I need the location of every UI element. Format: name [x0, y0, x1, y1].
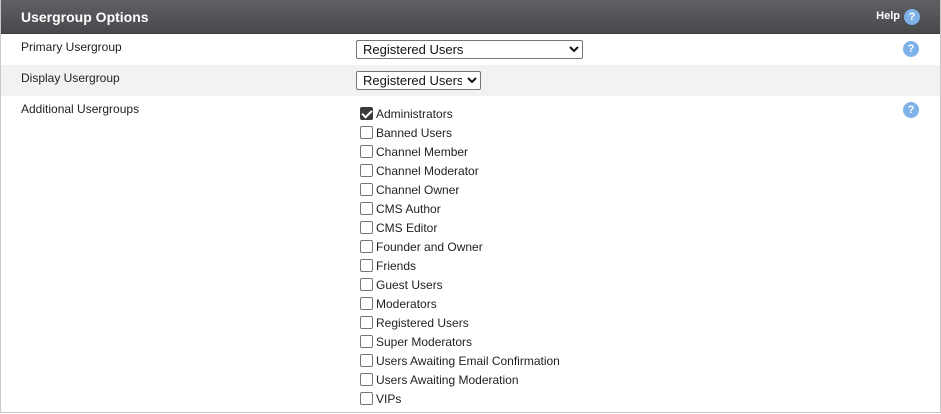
usergroup-checkbox-label[interactable]: Registered Users	[376, 316, 469, 330]
usergroup-checkbox-label[interactable]: CMS Author	[376, 202, 441, 216]
panel-title: Usergroup Options	[21, 9, 149, 25]
primary-usergroup-row: Primary Usergroup Registered Users ?	[1, 34, 940, 65]
additional-usergroups-label: Additional Usergroups	[21, 102, 140, 116]
usergroup-checkbox-item[interactable]: Channel Owner	[360, 180, 560, 199]
usergroup-checkbox-item[interactable]: Banned Users	[360, 123, 560, 142]
primary-usergroup-select[interactable]: Registered Users	[356, 40, 583, 59]
usergroup-checkbox-item[interactable]: Super Moderators	[360, 332, 560, 351]
display-usergroup-label: Display Usergroup	[21, 71, 120, 85]
usergroup-checkbox-label[interactable]: Guest Users	[376, 278, 443, 292]
usergroup-checkbox-label[interactable]: Friends	[376, 259, 416, 273]
checkbox[interactable]	[360, 392, 373, 405]
help-icon[interactable]: ?	[904, 9, 920, 25]
usergroup-checkbox-label[interactable]: Channel Moderator	[376, 164, 479, 178]
usergroup-checkbox-item[interactable]: Founder and Owner	[360, 237, 560, 256]
checkbox[interactable]	[360, 297, 373, 310]
checkbox[interactable]	[360, 259, 373, 272]
usergroup-checkbox-item[interactable]: Registered Users	[360, 313, 560, 332]
usergroup-checkbox-item[interactable]: Channel Moderator	[360, 161, 560, 180]
usergroup-checkbox-item[interactable]: Users Awaiting Moderation	[360, 370, 560, 389]
checkbox[interactable]	[360, 145, 373, 158]
usergroup-checkbox-label[interactable]: Users Awaiting Moderation	[376, 373, 519, 387]
checkbox[interactable]	[360, 164, 373, 177]
checkbox[interactable]	[360, 316, 373, 329]
additional-help-icon[interactable]: ?	[903, 102, 919, 118]
checkbox[interactable]	[360, 126, 373, 139]
checkbox[interactable]	[360, 240, 373, 253]
checked-checkbox[interactable]	[360, 107, 373, 120]
usergroup-checkbox-item[interactable]: CMS Editor	[360, 218, 560, 237]
checkbox[interactable]	[360, 354, 373, 367]
usergroup-checkbox-item[interactable]: Moderators	[360, 294, 560, 313]
usergroup-checkbox-item[interactable]: VIPs	[360, 389, 560, 408]
usergroup-checkbox-label[interactable]: Channel Owner	[376, 183, 459, 197]
usergroup-options-panel: Usergroup Options Help ? Primary Usergro…	[0, 0, 941, 413]
usergroup-checkbox-label[interactable]: CMS Editor	[376, 221, 437, 235]
usergroup-checkbox-label[interactable]: Founder and Owner	[376, 240, 483, 254]
usergroup-checkbox-item[interactable]: Administrators	[360, 104, 560, 123]
checkbox[interactable]	[360, 278, 373, 291]
checkbox[interactable]	[360, 335, 373, 348]
display-usergroup-select[interactable]: Registered Users	[356, 71, 481, 90]
usergroup-checkbox-label[interactable]: Users Awaiting Email Confirmation	[376, 354, 560, 368]
usergroup-checkbox-label[interactable]: Super Moderators	[376, 335, 472, 349]
additional-usergroups-list: Administrators Banned Users Channel Member…	[360, 104, 560, 408]
usergroup-checkbox-item[interactable]: CMS Author	[360, 199, 560, 218]
checkbox[interactable]	[360, 373, 373, 386]
help-label[interactable]: Help	[876, 10, 900, 22]
additional-usergroups-row: Additional Usergroups Administrators Bann…	[1, 96, 940, 412]
checkbox[interactable]	[360, 221, 373, 234]
usergroup-checkbox-item[interactable]: Channel Member	[360, 142, 560, 161]
usergroup-checkbox-label[interactable]: Channel Member	[376, 145, 468, 159]
usergroup-checkbox-item[interactable]: Users Awaiting Email Confirmation	[360, 351, 560, 370]
usergroup-checkbox-label[interactable]: VIPs	[376, 392, 401, 406]
usergroup-checkbox-label[interactable]: Moderators	[376, 297, 437, 311]
primary-usergroup-label: Primary Usergroup	[21, 40, 122, 54]
panel-header: Usergroup Options Help ?	[1, 0, 940, 34]
usergroup-checkbox-label[interactable]: Banned Users	[376, 126, 452, 140]
help-link[interactable]: Help ?	[876, 7, 920, 25]
checkbox[interactable]	[360, 202, 373, 215]
usergroup-checkbox-item[interactable]: Friends	[360, 256, 560, 275]
usergroup-checkbox-item[interactable]: Guest Users	[360, 275, 560, 294]
primary-help-icon[interactable]: ?	[903, 41, 919, 57]
checkbox[interactable]	[360, 183, 373, 196]
display-usergroup-row: Display Usergroup Registered Users	[1, 65, 940, 96]
usergroup-checkbox-label[interactable]: Administrators	[376, 107, 453, 121]
